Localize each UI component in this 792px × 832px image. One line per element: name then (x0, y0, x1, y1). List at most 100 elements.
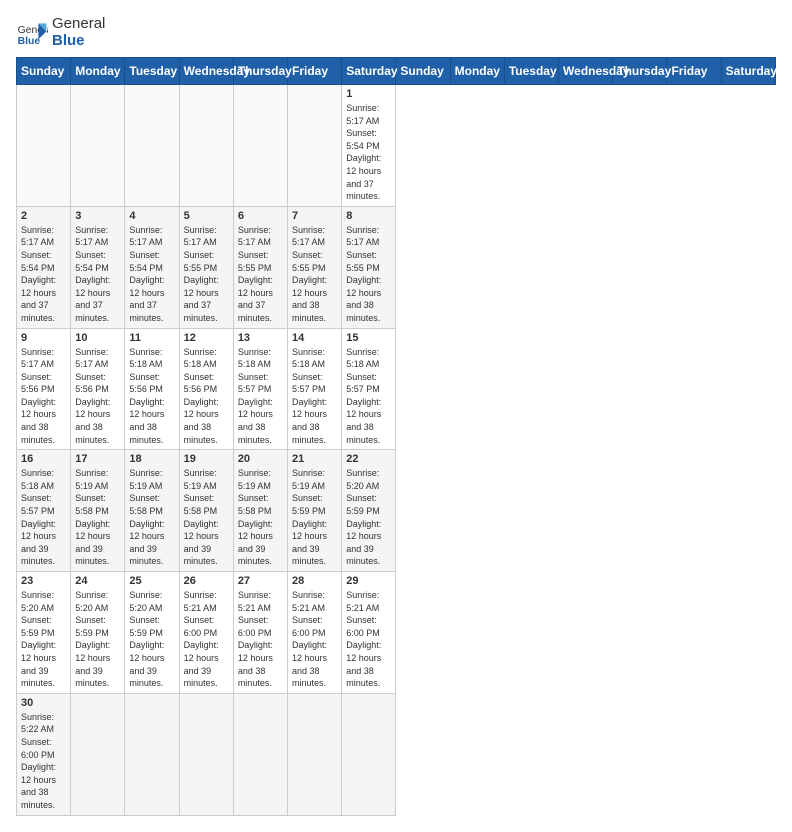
day-cell: 1Sunrise: 5:17 AM Sunset: 5:54 PM Daylig… (342, 85, 396, 207)
day-cell: 22Sunrise: 5:20 AM Sunset: 5:59 PM Dayli… (342, 450, 396, 572)
day-number: 17 (75, 453, 120, 465)
day-info: Sunrise: 5:18 AM Sunset: 5:57 PM Dayligh… (292, 346, 337, 447)
day-cell: 16 Sunrise: 5:18 AM Sunset: 5:57 PM Dayli… (17, 450, 71, 572)
day-cell: 28 Sunrise: 5:21 AM Sunset: 6:00 PM Dayli… (288, 572, 342, 694)
day-number: 4 (129, 210, 174, 222)
week-row-3: 16 Sunrise: 5:18 AM Sunset: 5:57 PM Dayli… (17, 450, 776, 572)
day-cell: 25 Sunrise: 5:20 AM Sunset: 5:59 PM Dayli… (125, 572, 179, 694)
day-info: Sunrise: 5:21 AM Sunset: 6:00 PM Dayligh… (238, 589, 283, 690)
header: General Blue General Blue (16, 16, 776, 49)
day-info: Sunrise: 5:19 AM Sunset: 5:58 PM Dayligh… (75, 467, 120, 568)
day-info: Sunrise: 5:18 AM Sunset: 5:57 PM Dayligh… (21, 467, 66, 568)
day-number: 22 (346, 453, 391, 465)
day-number: 25 (129, 575, 174, 587)
day-number: 2 (21, 210, 66, 222)
day-number: 30 (21, 697, 66, 709)
day-number: 10 (75, 332, 120, 344)
day-cell (125, 693, 179, 815)
day-header-tuesday: Tuesday (125, 58, 179, 85)
day-info: Sunrise: 5:21 AM Sunset: 6:00 PM Dayligh… (292, 589, 337, 690)
day-number: 18 (129, 453, 174, 465)
day-number: 5 (184, 210, 229, 222)
day-number: 15 (346, 332, 391, 344)
day-number: 11 (129, 332, 174, 344)
day-info: Sunrise: 5:17 AM Sunset: 5:56 PM Dayligh… (75, 346, 120, 447)
day-cell (17, 85, 71, 207)
day-info: Sunrise: 5:20 AM Sunset: 5:59 PM Dayligh… (21, 589, 66, 690)
day-header-saturday: Saturday (342, 58, 396, 85)
day-number: 28 (292, 575, 337, 587)
day-header-monday: Monday (450, 58, 504, 85)
day-header-sunday: Sunday (396, 58, 450, 85)
day-cell: 19Sunrise: 5:19 AM Sunset: 5:58 PM Dayli… (179, 450, 233, 572)
day-info: Sunrise: 5:17 AM Sunset: 5:56 PM Dayligh… (21, 346, 66, 447)
day-number: 23 (21, 575, 66, 587)
day-number: 27 (238, 575, 283, 587)
day-header-saturday: Saturday (721, 58, 775, 85)
day-number: 3 (75, 210, 120, 222)
day-info: Sunrise: 5:18 AM Sunset: 5:57 PM Dayligh… (346, 346, 391, 447)
day-cell: 3Sunrise: 5:17 AM Sunset: 5:54 PM Daylig… (71, 206, 125, 328)
day-cell (288, 693, 342, 815)
day-cell: 8Sunrise: 5:17 AM Sunset: 5:55 PM Daylig… (342, 206, 396, 328)
day-cell: 15 Sunrise: 5:18 AM Sunset: 5:57 PM Dayli… (342, 328, 396, 450)
day-cell (179, 693, 233, 815)
day-number: 20 (238, 453, 283, 465)
day-cell: 23 Sunrise: 5:20 AM Sunset: 5:59 PM Dayli… (17, 572, 71, 694)
day-info: Sunrise: 5:17 AM Sunset: 5:55 PM Dayligh… (292, 224, 337, 325)
day-number: 6 (238, 210, 283, 222)
day-cell (71, 85, 125, 207)
day-info: Sunrise: 5:19 AM Sunset: 5:58 PM Dayligh… (129, 467, 174, 568)
day-info: Sunrise: 5:20 AM Sunset: 5:59 PM Dayligh… (129, 589, 174, 690)
day-info: Sunrise: 5:18 AM Sunset: 5:56 PM Dayligh… (184, 346, 229, 447)
day-info: Sunrise: 5:22 AM Sunset: 6:00 PM Dayligh… (21, 711, 66, 812)
day-cell: 7 Sunrise: 5:17 AM Sunset: 5:55 PM Daylig… (288, 206, 342, 328)
day-cell: 6Sunrise: 5:17 AM Sunset: 5:55 PM Daylig… (233, 206, 287, 328)
day-cell: 9 Sunrise: 5:17 AM Sunset: 5:56 PM Daylig… (17, 328, 71, 450)
day-cell (71, 693, 125, 815)
day-cell: 10 Sunrise: 5:17 AM Sunset: 5:56 PM Dayli… (71, 328, 125, 450)
day-info: Sunrise: 5:21 AM Sunset: 6:00 PM Dayligh… (184, 589, 229, 690)
day-number: 21 (292, 453, 337, 465)
day-number: 29 (346, 575, 391, 587)
day-number: 8 (346, 210, 391, 222)
day-number: 9 (21, 332, 66, 344)
day-info: Sunrise: 5:18 AM Sunset: 5:56 PM Dayligh… (129, 346, 174, 447)
day-number: 26 (184, 575, 229, 587)
day-info: Sunrise: 5:17 AM Sunset: 5:54 PM Dayligh… (129, 224, 174, 325)
day-info: Sunrise: 5:17 AM Sunset: 5:55 PM Dayligh… (184, 224, 229, 325)
day-number: 19 (184, 453, 229, 465)
day-header-sunday: Sunday (17, 58, 71, 85)
day-number: 13 (238, 332, 283, 344)
day-number: 7 (292, 210, 337, 222)
day-cell: 29Sunrise: 5:21 AM Sunset: 6:00 PM Dayli… (342, 572, 396, 694)
day-cell (179, 85, 233, 207)
week-row-1: 2 Sunrise: 5:17 AM Sunset: 5:54 PM Daylig… (17, 206, 776, 328)
day-header-thursday: Thursday (613, 58, 667, 85)
day-header-wednesday: Wednesday (559, 58, 613, 85)
day-header-monday: Monday (71, 58, 125, 85)
day-header-friday: Friday (288, 58, 342, 85)
day-info: Sunrise: 5:19 AM Sunset: 5:58 PM Dayligh… (238, 467, 283, 568)
day-cell (233, 85, 287, 207)
day-cell: 2 Sunrise: 5:17 AM Sunset: 5:54 PM Daylig… (17, 206, 71, 328)
day-number: 24 (75, 575, 120, 587)
day-number: 1 (346, 88, 391, 100)
day-header-tuesday: Tuesday (504, 58, 558, 85)
week-row-5: 30 Sunrise: 5:22 AM Sunset: 6:00 PM Dayli… (17, 693, 776, 815)
calendar-table: SundayMondayTuesdayWednesdayThursdayFrid… (16, 57, 776, 816)
day-cell: 17 Sunrise: 5:19 AM Sunset: 5:58 PM Dayli… (71, 450, 125, 572)
day-cell: 4 Sunrise: 5:17 AM Sunset: 5:54 PM Daylig… (125, 206, 179, 328)
day-cell: 5 Sunrise: 5:17 AM Sunset: 5:55 PM Daylig… (179, 206, 233, 328)
day-cell: 14 Sunrise: 5:18 AM Sunset: 5:57 PM Dayli… (288, 328, 342, 450)
day-number: 16 (21, 453, 66, 465)
day-cell: 26 Sunrise: 5:21 AM Sunset: 6:00 PM Dayli… (179, 572, 233, 694)
week-row-4: 23 Sunrise: 5:20 AM Sunset: 5:59 PM Dayli… (17, 572, 776, 694)
day-cell: 18 Sunrise: 5:19 AM Sunset: 5:58 PM Dayli… (125, 450, 179, 572)
day-info: Sunrise: 5:18 AM Sunset: 5:57 PM Dayligh… (238, 346, 283, 447)
day-number: 14 (292, 332, 337, 344)
logo-general-text: General (52, 16, 105, 33)
day-cell (233, 693, 287, 815)
day-info: Sunrise: 5:17 AM Sunset: 5:54 PM Dayligh… (21, 224, 66, 325)
day-cell: 20 Sunrise: 5:19 AM Sunset: 5:58 PM Dayli… (233, 450, 287, 572)
